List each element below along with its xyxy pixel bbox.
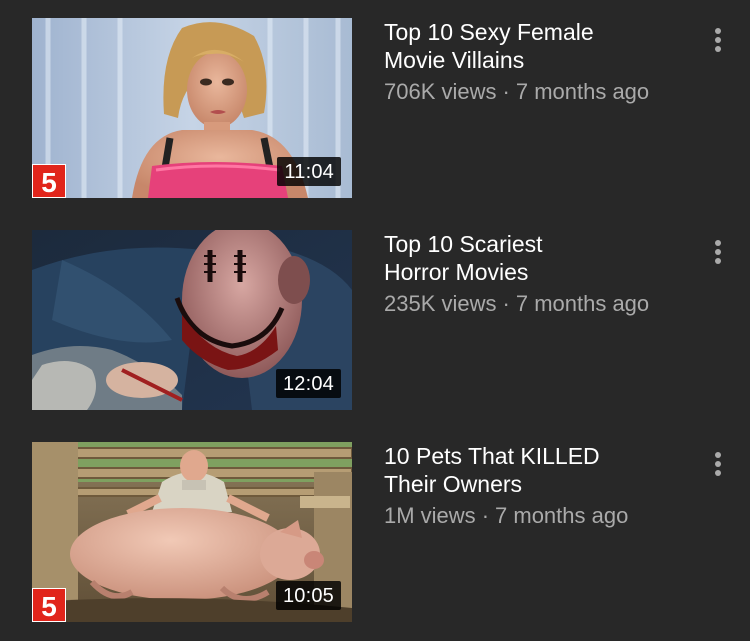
upload-age: 7 months ago	[515, 79, 650, 104]
more-options-button[interactable]	[706, 24, 730, 56]
video-duration: 11:04	[277, 157, 341, 186]
channel-badge-number: 5	[41, 167, 57, 198]
video-title-line-1[interactable]: Top 10 Scariest	[384, 230, 684, 258]
more-vert-icon	[715, 240, 721, 264]
meta-separator: ·	[481, 503, 490, 528]
video-thumbnail-2[interactable]: 12:04	[32, 230, 352, 410]
upload-age: 7 months ago	[495, 503, 629, 528]
video-thumbnail-1[interactable]: 5 11:04	[32, 18, 352, 198]
more-options-button[interactable]	[706, 448, 730, 480]
channel-badge-icon: 5	[32, 588, 66, 622]
video-title-line-1[interactable]: 10 Pets That KILLED	[384, 442, 684, 470]
view-count: 235K views	[384, 291, 497, 316]
video-meta: 235K views · 7 months ago	[384, 290, 684, 318]
video-title-line-1[interactable]: Top 10 Sexy Female	[384, 18, 684, 46]
video-list: 5 11:04 Top 10 Sexy Female Movie Villain…	[0, 0, 750, 641]
video-thumbnail-3[interactable]: 5 10:05	[32, 442, 352, 622]
video-title-line-2[interactable]: Movie Villains	[384, 46, 684, 74]
video-title-line-2[interactable]: Their Owners	[384, 470, 684, 498]
view-count: 706K views	[384, 79, 497, 104]
video-info-3[interactable]: 10 Pets That KILLED Their Owners 1M view…	[384, 442, 684, 530]
video-item-2[interactable]: 12:04 Top 10 Scariest Horror Movies 235K…	[0, 230, 750, 410]
video-duration: 10:05	[275, 581, 341, 610]
video-title-line-2[interactable]: Horror Movies	[384, 258, 684, 286]
meta-separator: ·	[502, 79, 510, 104]
video-meta: 706K views · 7 months ago	[384, 78, 684, 106]
video-duration: 12:04	[275, 369, 341, 398]
more-options-button[interactable]	[706, 236, 730, 268]
upload-age: 7 months ago	[515, 291, 650, 316]
video-item-3[interactable]: 5 10:05 10 Pets That KILLED Their Owners…	[0, 442, 750, 622]
channel-badge-number: 5	[41, 591, 57, 622]
view-count: 1M views	[384, 503, 476, 528]
meta-separator: ·	[502, 291, 510, 316]
video-info-1[interactable]: Top 10 Sexy Female Movie Villains 706K v…	[384, 18, 684, 106]
video-info-2[interactable]: Top 10 Scariest Horror Movies 235K views…	[384, 230, 684, 318]
more-vert-icon	[715, 452, 721, 476]
more-vert-icon	[715, 28, 721, 52]
video-meta: 1M views · 7 months ago	[384, 502, 684, 530]
video-item-1[interactable]: 5 11:04 Top 10 Sexy Female Movie Villain…	[0, 18, 750, 198]
channel-badge-icon: 5	[32, 164, 66, 198]
